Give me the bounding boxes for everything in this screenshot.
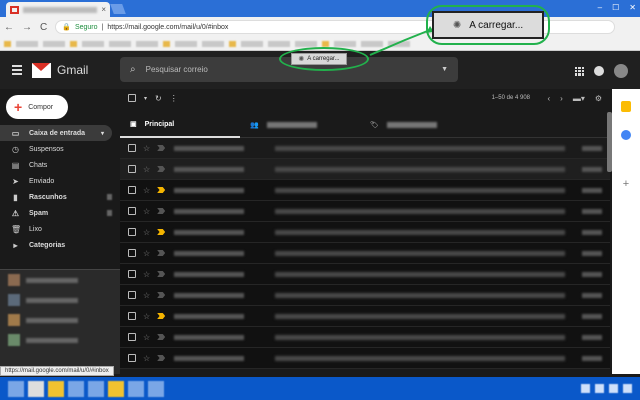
taskbar-app-icon[interactable] <box>48 380 64 397</box>
system-tray <box>581 384 632 393</box>
taskbar-app-icon[interactable] <box>28 380 44 397</box>
tray-icon[interactable] <box>609 384 618 393</box>
annotation-arrow <box>369 26 434 56</box>
taskbar-app-icon[interactable] <box>148 380 164 397</box>
tray-icon[interactable] <box>623 384 632 393</box>
status-url-bar: https://mail.google.com/mail/u/0/#inbox <box>0 366 114 376</box>
spinner-icon: ✺ <box>452 19 462 31</box>
loading-indicator-big: ✺ A carregar... <box>432 11 544 39</box>
taskbar-app-icon[interactable] <box>68 380 84 397</box>
taskbar-app-icon[interactable] <box>8 380 24 397</box>
taskbar-app-icon[interactable] <box>108 380 124 397</box>
tray-icon[interactable] <box>595 384 604 393</box>
os-taskbar <box>0 377 640 400</box>
taskbar-app-icon[interactable] <box>88 380 104 397</box>
tray-icon[interactable] <box>581 384 590 393</box>
loading-text: A carregar... <box>469 19 524 31</box>
taskbar-app-icon[interactable] <box>128 380 144 397</box>
